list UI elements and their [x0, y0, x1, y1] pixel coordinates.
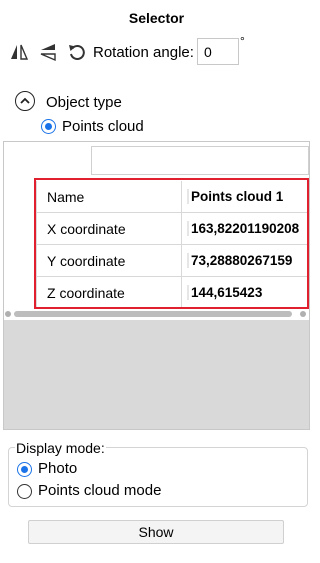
points-cloud-radio[interactable] — [41, 119, 56, 134]
photo-radio[interactable] — [17, 462, 32, 477]
photo-label: Photo — [38, 460, 78, 477]
degree-symbol: ° — [240, 34, 245, 48]
points-cloud-mode-label: Points cloud mode — [38, 482, 162, 499]
highlight-frame — [34, 178, 309, 309]
points-cloud-mode-radio[interactable] — [17, 484, 32, 499]
rotation-angle-label: Rotation angle: — [93, 44, 194, 61]
row-header-column — [4, 181, 36, 308]
scrollbar-thumb[interactable] — [14, 311, 292, 317]
panel-title: Selector — [128, 10, 185, 26]
scroll-right-icon[interactable] — [300, 311, 306, 317]
object-type-label: Object type — [46, 94, 122, 111]
points-cloud-label: Points cloud — [62, 118, 144, 135]
horizontal-scrollbar[interactable] — [4, 308, 309, 320]
rotate-icon[interactable] — [66, 41, 88, 63]
scroll-left-icon[interactable] — [5, 311, 11, 317]
chevron-up-icon — [20, 97, 30, 104]
grid-toolbar — [4, 142, 309, 181]
mirror-vertical-icon[interactable] — [37, 41, 59, 63]
display-mode-label: Display mode: — [15, 440, 106, 456]
show-button[interactable]: Show — [28, 520, 284, 544]
collapse-object-type-button[interactable] — [15, 91, 35, 111]
rotation-angle-input[interactable] — [197, 38, 239, 65]
search-input[interactable] — [91, 146, 309, 175]
mirror-horizontal-icon[interactable] — [8, 41, 30, 63]
